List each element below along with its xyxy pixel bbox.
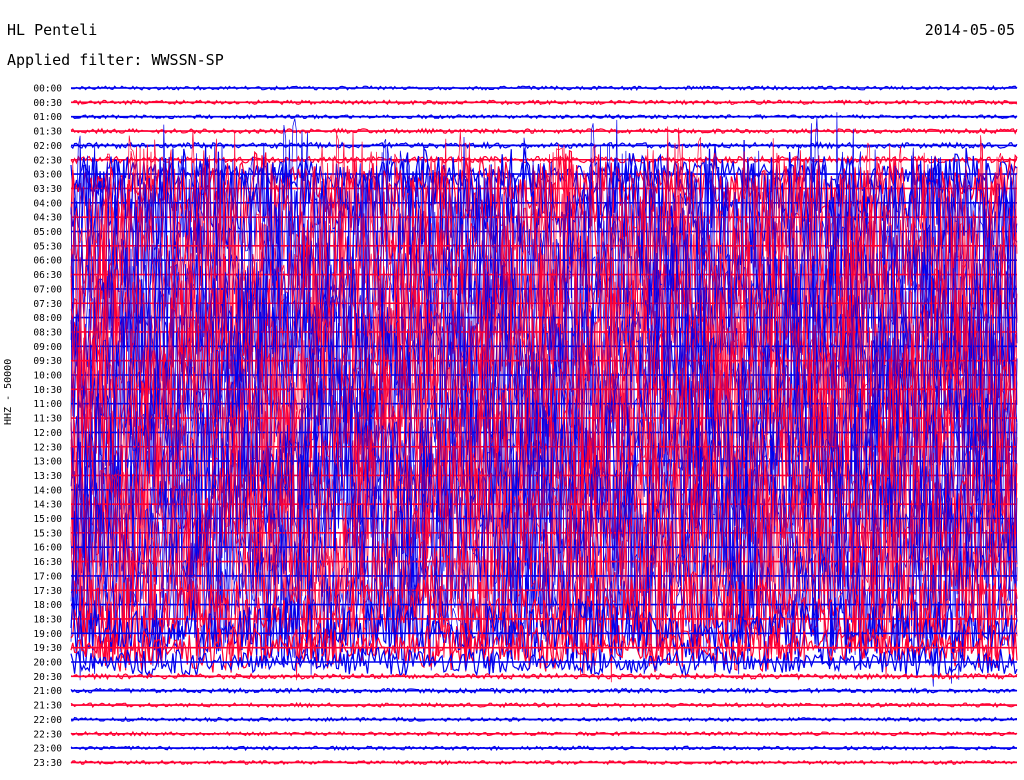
row-time-label: 04:30 (33, 213, 62, 224)
row-time-label: 18:00 (33, 600, 62, 611)
row-time-label: 00:00 (33, 84, 62, 95)
row-time-label: 17:00 (33, 571, 62, 582)
row-time-label: 06:30 (33, 270, 62, 281)
row-time-label: 02:00 (33, 141, 62, 152)
row-time-label: 21:00 (33, 686, 62, 697)
row-time-label: 08:30 (33, 327, 62, 338)
row-time-label: 20:00 (33, 658, 62, 669)
row-time-label: 14:00 (33, 485, 62, 496)
row-time-label: 23:00 (33, 744, 62, 755)
row-time-label: 23:30 (33, 758, 62, 769)
row-time-label: 14:30 (33, 500, 62, 511)
helicorder-plot: 00:00 00:30 01:00 01:30 02:00 02:30 03:00 03:30… (33, 84, 1018, 769)
row-time-label: 10:00 (33, 371, 62, 382)
row-time-label: 19:00 (33, 629, 62, 640)
row-time-label: 15:00 (33, 514, 62, 525)
row-time-label: 19:30 (33, 643, 62, 654)
row-time-label: 22:00 (33, 715, 62, 726)
row-time-label: 03:30 (33, 184, 62, 195)
row-time-label: 01:00 (33, 112, 62, 123)
row-label-group: 00:00 00:30 01:00 01:30 02:00 02:30 03:00 03:30… (33, 84, 62, 769)
row-time-label: 06:00 (33, 256, 62, 267)
row-time-label: 09:00 (33, 342, 62, 353)
row-time-label: 22:30 (33, 729, 62, 740)
row-time-label: 18:30 (33, 614, 62, 625)
row-time-label: 08:00 (33, 313, 62, 324)
row-time-label: 07:30 (33, 299, 62, 310)
row-time-label: 16:00 (33, 543, 62, 554)
row-time-label: 09:30 (33, 356, 62, 367)
row-time-label: 11:30 (33, 414, 62, 425)
row-time-label: 17:30 (33, 586, 62, 597)
row-time-label: 12:30 (33, 442, 62, 453)
row-time-label: 21:30 (33, 701, 62, 712)
row-time-label: 13:30 (33, 471, 62, 482)
row-time-label: 00:30 (33, 98, 62, 109)
row-time-label: 12:00 (33, 428, 62, 439)
row-time-label: 01:30 (33, 127, 62, 138)
trace-group (70, 84, 1018, 766)
row-time-label: 05:30 (33, 241, 62, 252)
row-time-label: 13:00 (33, 457, 62, 468)
row-time-label: 10:30 (33, 385, 62, 396)
row-time-label: 02:30 (33, 155, 62, 166)
row-time-label: 05:00 (33, 227, 62, 238)
row-time-label: 04:00 (33, 198, 62, 209)
row-time-label: 15:30 (33, 528, 62, 539)
row-time-label: 20:30 (33, 672, 62, 683)
row-time-label: 11:00 (33, 399, 62, 410)
row-time-label: 16:30 (33, 557, 62, 568)
row-time-label: 03:00 (33, 170, 62, 181)
row-time-label: 07:00 (33, 284, 62, 295)
